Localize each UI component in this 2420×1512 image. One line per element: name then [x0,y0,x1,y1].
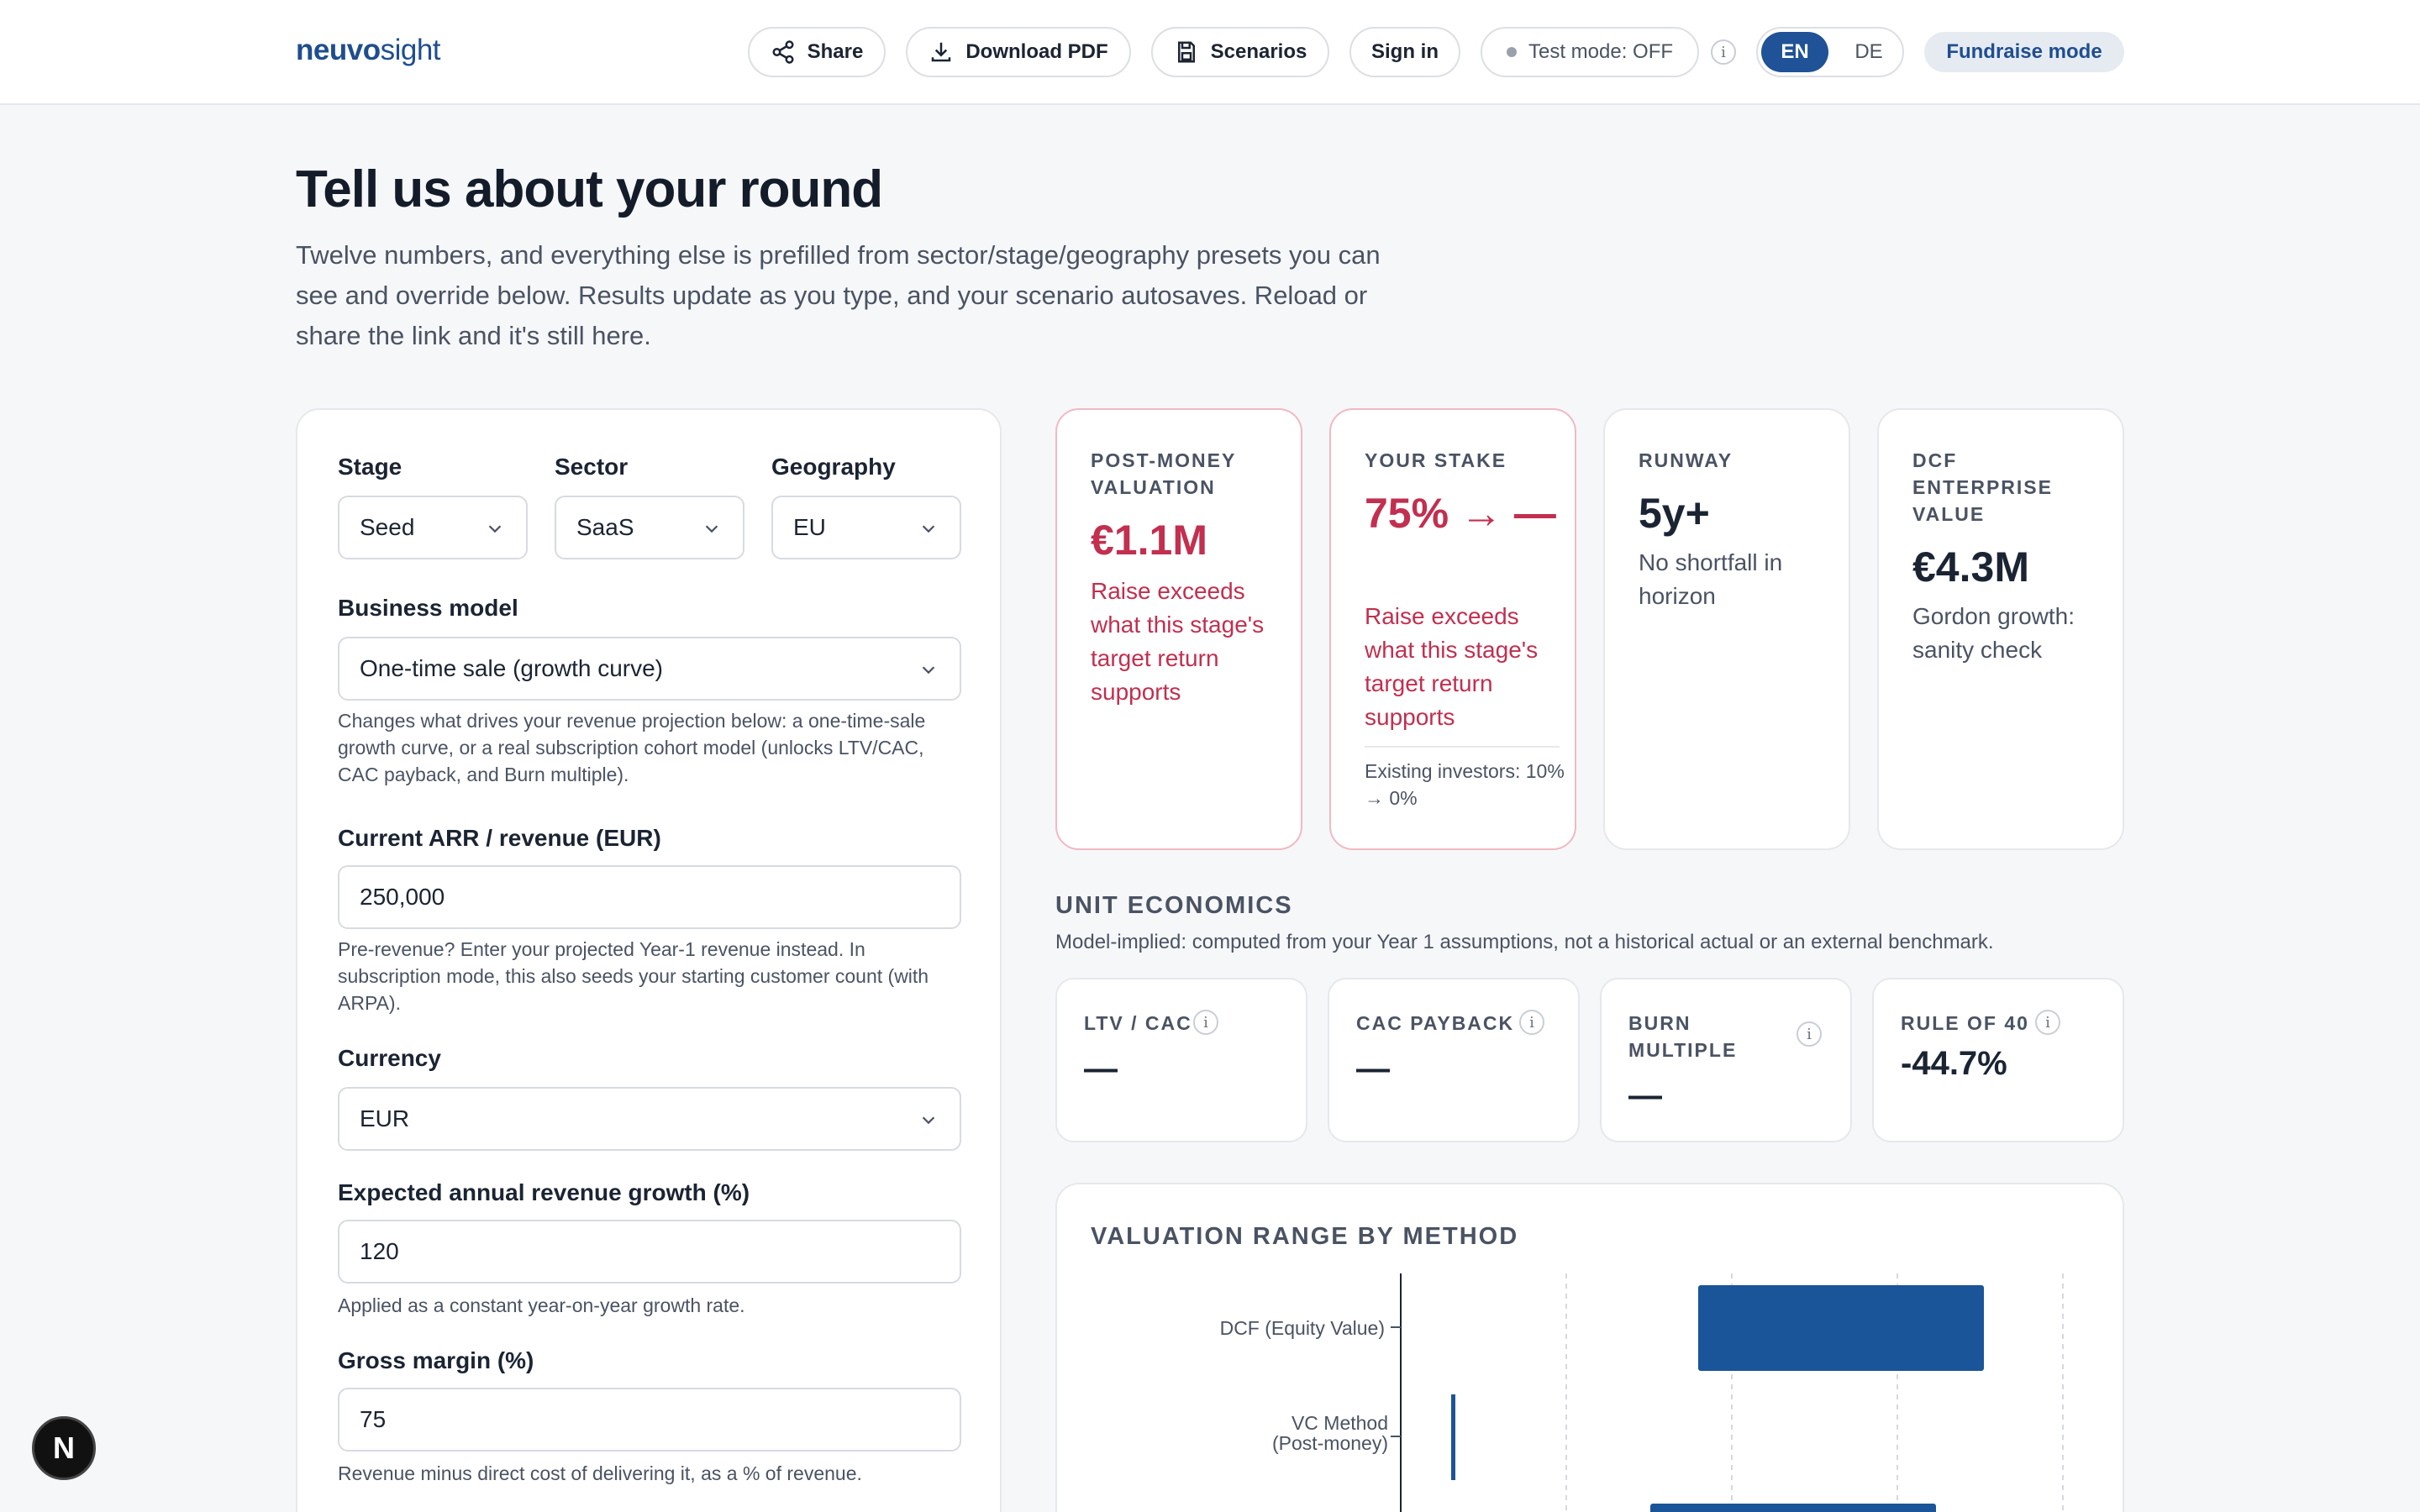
dcf-range-bar[interactable] [1698,1285,1984,1371]
info-icon[interactable]: i [1519,1010,1544,1035]
download-pdf-button[interactable]: Download PDF [906,27,1131,77]
dcf-card: DCF ENTERPRISE VALUE €4.3M Gordon growth… [1877,408,2124,850]
arr-label: Current ARR / revenue (EUR) [338,825,661,851]
valuation-range-card: VALUATION RANGE BY METHOD DCF (Equity Va… [1055,1183,2124,1512]
growth-label: Expected annual revenue growth (%) [338,1179,750,1205]
ltv-cac-value: — [1084,1050,1118,1087]
lang-de-button[interactable]: DE [1835,32,1902,72]
burn-multiple-title: BURN MULTIPLE [1628,1012,1738,1061]
growth-input[interactable]: 120 [338,1220,961,1284]
gross-margin-label: Gross margin (%) [338,1347,534,1373]
chevron-down-icon [922,525,935,533]
save-icon [1177,41,1195,63]
your-stake-value: 75% → — [1365,490,1556,537]
post-money-value: €1.1M [1091,517,1207,564]
runway-title: RUNWAY [1639,449,1733,471]
download-icon [932,42,951,62]
currency-label: Currency [338,1045,441,1071]
dcf-title: DCF ENTERPRISE VALUE [1912,449,2053,525]
rule-of-40-card: RULE OF 40 i -44.7% [1872,978,2124,1142]
your-stake-title: YOUR STAKE [1365,449,1507,471]
chevron-down-icon [922,666,935,675]
runway-card: RUNWAY 5y+ No shortfall in horizon [1603,408,1850,850]
geography-select[interactable]: EU [771,496,961,559]
third-method-range-bar[interactable] [1650,1504,1936,1512]
arr-input[interactable]: 250,000 [338,865,961,929]
burn-multiple-card: BURN MULTIPLE i — [1600,978,1852,1142]
existing-investors-text: Existing investors: 10% → 0% [1365,760,1565,809]
business-model-label: Business model [338,595,518,621]
vc-method-label-line2: (Post-money) [1272,1432,1388,1454]
unit-economics-title: UNIT ECONOMICS [1055,892,1293,919]
cac-payback-card: CAC PAYBACK i — [1328,978,1580,1142]
language-switcher: EN DE [1756,27,1904,77]
ltv-cac-title: LTV / CAC [1084,1012,1192,1034]
chevron-down-icon [922,1116,935,1125]
share-button[interactable]: Share [748,27,886,77]
burn-multiple-value: — [1628,1077,1662,1114]
ltv-cac-card: LTV / CAC i — [1055,978,1307,1142]
stage-select[interactable]: Seed [338,496,528,559]
business-model-help: Changes what drives your revenue project… [338,710,926,785]
dcf-note: Gordon growth: sanity check [1912,603,2075,663]
business-model-select[interactable]: One-time sale (growth curve) [338,637,961,701]
arr-help: Pre-revenue? Enter your projected Year-1… [338,938,929,1014]
share-icon [772,40,794,64]
gross-margin-input[interactable]: 75 [338,1388,961,1452]
your-stake-card: YOUR STAKE 75% → — Raise exceeds what th… [1329,408,1576,850]
vc-method-label-line1: VC Method [1292,1412,1388,1434]
status-dot-icon [1506,47,1517,57]
post-money-card: POST-MONEY VALUATION €1.1M Raise exceeds… [1055,408,1302,850]
rule-of-40-value: -44.7% [1901,1045,2007,1082]
your-stake-note: Raise exceeds what this stage's target r… [1365,603,1539,730]
lang-en-button[interactable]: EN [1761,32,1828,72]
top-header: neuvosight Share Download PDF Scenarios … [0,0,2420,105]
info-icon[interactable]: i [2035,1010,2060,1035]
fundraise-mode-button[interactable]: Fundraise mode [1924,32,2124,72]
dcf-equity-label: DCF (Equity Value) [1220,1317,1385,1339]
cac-payback-title: CAC PAYBACK [1356,1012,1515,1034]
info-icon[interactable]: i [1193,1010,1218,1035]
divider [1365,746,1560,748]
runway-value: 5y+ [1639,490,1710,537]
dev-tools-button[interactable]: N [32,1416,96,1480]
valuation-range-chart: DCF (Equity Value) VC Method (Post-money… [1220,1273,2064,1512]
geography-label: Geography [771,454,896,480]
dcf-value: €4.3M [1912,543,2029,591]
vc-method-range-bar[interactable] [1451,1394,1455,1480]
post-money-title: POST-MONEY VALUATION [1091,449,1236,498]
page-subtitle: Twelve numbers, and everything else is p… [296,240,1381,350]
info-icon[interactable]: i [1711,39,1736,65]
round-form-card: Stage Seed Sector SaaS Geography EU Busi… [296,408,1002,1512]
info-icon[interactable]: i [1797,1021,1822,1047]
app-logo[interactable]: neuvosight [296,34,441,67]
page-title: Tell us about your round [296,160,883,218]
currency-select[interactable]: EUR [338,1087,961,1151]
sector-select[interactable]: SaaS [555,496,744,559]
sector-label: Sector [555,454,629,480]
scenarios-button[interactable]: Scenarios [1151,27,1329,77]
gross-margin-help: Revenue minus direct cost of delivering … [338,1462,862,1484]
sign-in-button[interactable]: Sign in [1349,27,1460,77]
growth-help: Applied as a constant year-on-year growt… [338,1294,745,1316]
stage-label: Stage [338,454,402,480]
chevron-down-icon [488,525,502,533]
runway-note: No shortfall in horizon [1639,549,1783,609]
post-money-note: Raise exceeds what this stage's target r… [1091,578,1265,705]
test-mode-toggle[interactable]: Test mode: OFF [1481,27,1699,77]
cac-payback-value: — [1356,1050,1390,1087]
unit-economics-subtitle: Model-implied: computed from your Year 1… [1055,931,1994,953]
chevron-down-icon [705,525,718,533]
